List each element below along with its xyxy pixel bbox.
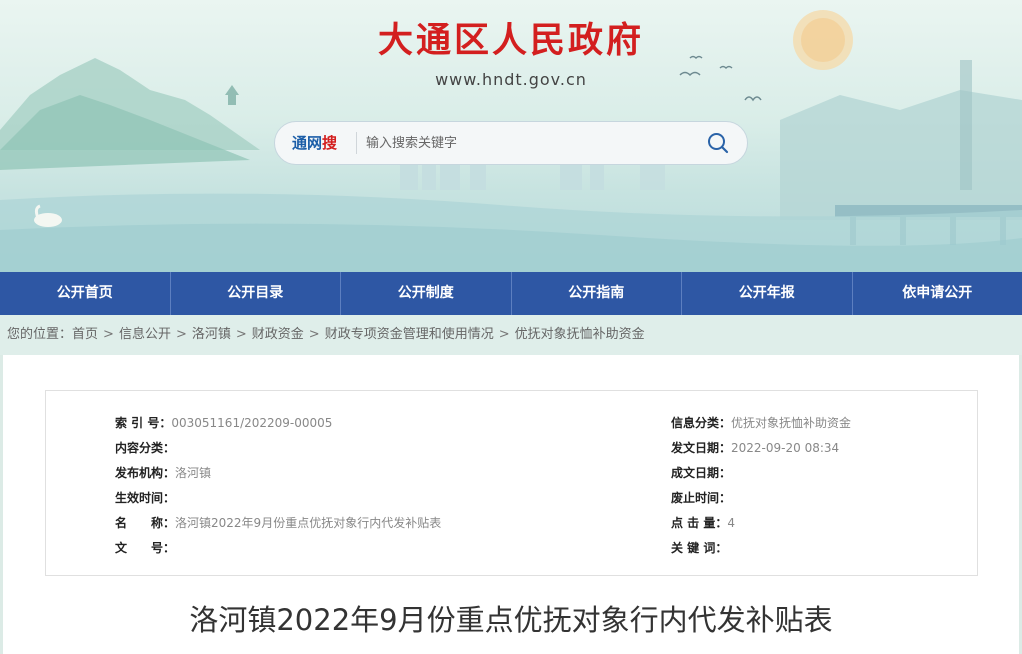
breadcrumb-separator: > <box>308 327 320 342</box>
breadcrumb-item-info[interactable]: 信息公开 <box>119 327 171 342</box>
nav-item-catalog[interactable]: 公开目录 <box>171 272 341 315</box>
meta-keywords: 关 键 词： <box>671 541 728 555</box>
main-nav: 公开首页 公开目录 公开制度 公开指南 公开年报 依申请公开 <box>0 272 1022 315</box>
meta-publisher: 发布机构：洛河镇 <box>115 466 212 480</box>
breadcrumb-item-finance[interactable]: 财政资金 <box>252 327 304 342</box>
breadcrumb-separator: > <box>235 327 247 342</box>
breadcrumb-prefix: 您的位置： <box>7 327 73 342</box>
meta-content-category: 内容分类： <box>115 441 176 455</box>
meta-click-count: 点 击 量：4 <box>671 516 735 530</box>
breadcrumb-separator: > <box>175 327 187 342</box>
header-banner: 大通区人民政府 www.hndt.gov.cn 通网搜 <box>0 0 1022 272</box>
breadcrumb-item-town[interactable]: 洛河镇 <box>192 327 231 342</box>
nav-item-guide[interactable]: 公开指南 <box>512 272 682 315</box>
site-url[interactable]: www.hndt.gov.cn <box>0 70 1022 89</box>
breadcrumb-item-home[interactable]: 首页 <box>72 327 98 342</box>
breadcrumb-item-special-funds[interactable]: 财政专项资金管理和使用情况 <box>325 327 494 342</box>
meta-issue-date: 发文日期：2022-09-20 08:34 <box>671 441 840 455</box>
content-panel: 索 引 号：003051161/202209-00005 内容分类： 发布机构：… <box>3 355 1019 654</box>
search-brand-part2: 搜 <box>322 134 338 152</box>
breadcrumb-separator: > <box>498 327 510 342</box>
breadcrumb: 您的位置：首页 > 信息公开 > 洛河镇 > 财政资金 > 财政专项资金管理和使用情况 > 优抚对象… <box>0 315 1022 355</box>
search-icon <box>708 133 729 154</box>
nav-item-home[interactable]: 公开首页 <box>0 272 171 315</box>
search-button[interactable] <box>689 123 747 163</box>
meta-info-category: 信息分类：优抚对象抚恤补助资金 <box>671 416 852 430</box>
document-title: 洛河镇2022年9月份重点优抚对象行内代发补贴表 <box>189 603 833 637</box>
meta-expiry-date: 废止时间： <box>671 491 732 505</box>
search-brand: 通网搜 <box>275 132 357 154</box>
nav-item-system[interactable]: 公开制度 <box>341 272 512 315</box>
nav-item-apply[interactable]: 依申请公开 <box>853 272 1022 315</box>
meta-written-date: 成文日期： <box>671 466 732 480</box>
meta-name: 名 称：洛河镇2022年9月份重点优抚对象行内代发补贴表 <box>115 516 442 530</box>
search-input[interactable] <box>357 128 689 158</box>
breadcrumb-item-current[interactable]: 优抚对象抚恤补助资金 <box>515 327 645 342</box>
breadcrumb-separator: > <box>103 327 114 342</box>
search-box: 通网搜 <box>274 121 748 165</box>
nav-item-annual-report[interactable]: 公开年报 <box>682 272 853 315</box>
meta-document-number: 文 号： <box>115 541 176 555</box>
metadata-table: 索 引 号：003051161/202209-00005 内容分类： 发布机构：… <box>45 390 978 576</box>
search-brand-part1: 通网 <box>292 134 323 152</box>
site-title: 大通区人民政府 <box>377 20 644 61</box>
meta-effective-date: 生效时间： <box>115 491 176 505</box>
meta-index-number: 索 引 号：003051161/202209-00005 <box>115 416 333 430</box>
